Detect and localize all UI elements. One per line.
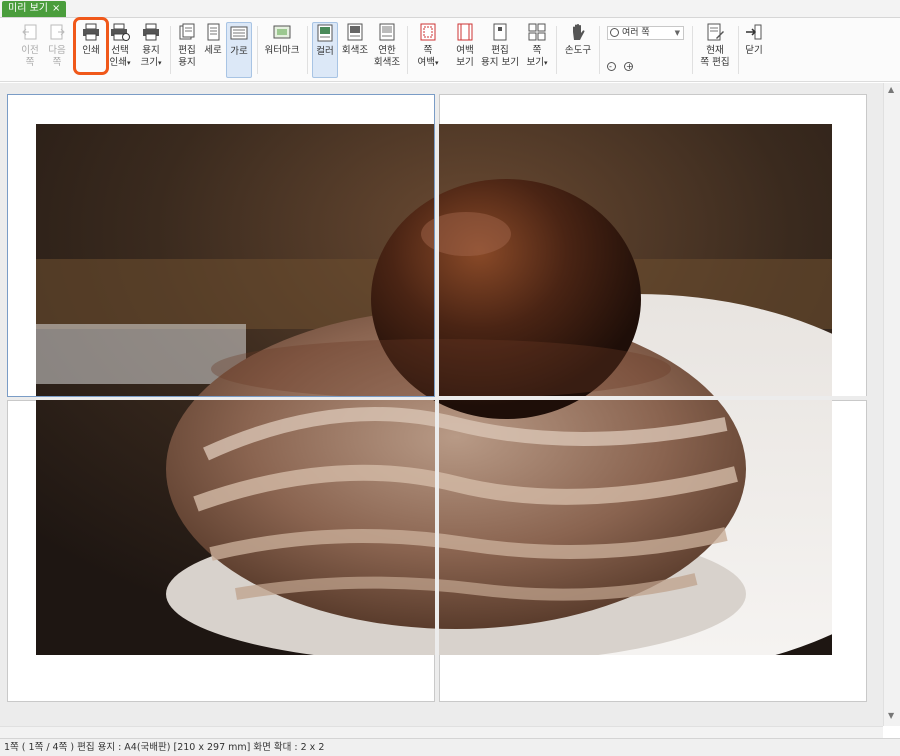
close-label: 닫기 — [745, 45, 763, 56]
separator — [599, 26, 600, 74]
exit-icon — [746, 24, 762, 40]
page-margin-icon — [420, 23, 436, 41]
hand-tool-button[interactable]: 손도구 — [563, 22, 593, 78]
separator — [738, 26, 739, 74]
print-highlight-annotation — [73, 17, 109, 75]
edit-paper-view-button[interactable]: 편집 용지 보기 — [481, 22, 519, 78]
color-mode-icon — [317, 24, 333, 42]
next-page-label: 다음 쪽 — [48, 45, 66, 68]
paper-size-label: 용지 크기▾ — [140, 45, 162, 68]
hand-icon — [573, 24, 585, 40]
page-margin-button[interactable]: 쪽 여백▾ — [414, 22, 442, 78]
preview-toolbar: 이전 쪽 다음 쪽 인쇄 선택 인쇄▾ 용지 크기▾ 편집 용지 세로 가로 워… — [0, 18, 900, 82]
margin-view-button[interactable]: 여백 보기 — [451, 22, 479, 78]
select-print-label: 선택 인쇄▾ — [109, 45, 131, 68]
grayscale-icon — [347, 23, 363, 41]
separator — [257, 26, 258, 74]
portrait-icon — [207, 23, 220, 41]
select-print-button[interactable]: 선택 인쇄▾ — [106, 22, 134, 78]
edit-paper-view-icon — [493, 23, 507, 41]
tab-label: 미리 보기 — [8, 3, 48, 14]
prev-page-label: 이전 쪽 — [21, 45, 39, 68]
page-margin-label: 쪽 여백▾ — [417, 45, 439, 68]
separator — [556, 26, 557, 74]
grayscale-button[interactable]: 회색조 — [340, 22, 370, 78]
page-view-icon — [528, 23, 546, 41]
page-view-button[interactable]: 쪽 보기▾ — [524, 22, 550, 78]
watermark-button[interactable]: 워터마크 — [262, 22, 302, 78]
next-page-icon — [50, 24, 65, 40]
light-grayscale-label: 연한 회색조 — [373, 45, 401, 68]
tab-preview[interactable]: 미리 보기 × — [2, 1, 67, 17]
watermark-label: 워터마크 — [264, 45, 300, 56]
edit-paper-icon — [179, 23, 195, 40]
zoom-select[interactable]: 여러 쪽 ▼ — [607, 26, 684, 40]
paper-size-button[interactable]: 용지 크기▾ — [137, 22, 165, 78]
watermark-icon — [273, 25, 291, 39]
prev-page-button[interactable]: 이전 쪽 — [16, 22, 44, 78]
horizontal-scrollbar[interactable] — [0, 726, 883, 738]
color-label: 컬러 — [316, 46, 334, 57]
separator — [692, 26, 693, 74]
landscape-icon — [230, 26, 248, 40]
landscape-button[interactable]: 가로 — [226, 22, 252, 78]
margin-view-label: 여백 보기 — [456, 45, 474, 68]
tab-close-icon[interactable]: × — [52, 3, 60, 14]
light-grayscale-icon — [379, 23, 395, 41]
close-button[interactable]: 닫기 — [743, 22, 765, 78]
zoom-out-button[interactable]: - — [607, 62, 619, 74]
edit-paper-label: 편집 용지 — [178, 45, 196, 68]
next-page-button[interactable]: 다음 쪽 — [43, 22, 71, 78]
vertical-scrollbar[interactable]: ▲ ▼ — [883, 83, 900, 726]
page-edit-icon — [707, 23, 724, 41]
page-view-label: 쪽 보기▾ — [526, 45, 548, 68]
portrait-label: 세로 — [204, 45, 222, 56]
scroll-down-icon[interactable]: ▼ — [888, 711, 894, 720]
separator — [170, 26, 171, 74]
grayscale-label: 회색조 — [341, 45, 369, 56]
portrait-button[interactable]: 세로 — [201, 22, 225, 78]
zoom-select-value: 여러 쪽 — [622, 28, 650, 38]
chevron-down-icon: ▼ — [674, 29, 680, 37]
zoom-in-button[interactable]: + — [624, 62, 636, 74]
edit-paper-view-label: 편집 용지 보기 — [481, 45, 519, 68]
status-bar: 1쪽 ( 1쪽 / 4쪽 ) 편집 용지 : A4(국배판) [210 x 29… — [0, 738, 900, 756]
color-button[interactable]: 컬러 — [312, 22, 338, 78]
status-text: 1쪽 ( 1쪽 / 4쪽 ) 편집 용지 : A4(국배판) [210 x 29… — [4, 742, 325, 753]
current-page-edit-button[interactable]: 현재 쪽 편집 — [697, 22, 733, 78]
margin-view-icon — [457, 23, 473, 41]
edit-paper-button[interactable]: 편집 용지 — [175, 22, 199, 78]
paper-size-icon — [143, 23, 159, 41]
current-page-edit-label: 현재 쪽 편집 — [700, 45, 730, 68]
current-page-frame — [7, 94, 435, 397]
select-printer-icon — [111, 23, 130, 41]
magnifier-icon — [610, 28, 619, 37]
prev-page-icon — [22, 24, 37, 40]
tab-bar: 미리 보기 × — [0, 0, 900, 18]
hand-tool-label: 손도구 — [564, 45, 592, 56]
light-grayscale-button[interactable]: 연한 회색조 — [372, 22, 402, 78]
separator — [307, 26, 308, 74]
landscape-label: 가로 — [230, 46, 248, 57]
separator — [407, 26, 408, 74]
scroll-up-icon[interactable]: ▲ — [888, 85, 894, 94]
